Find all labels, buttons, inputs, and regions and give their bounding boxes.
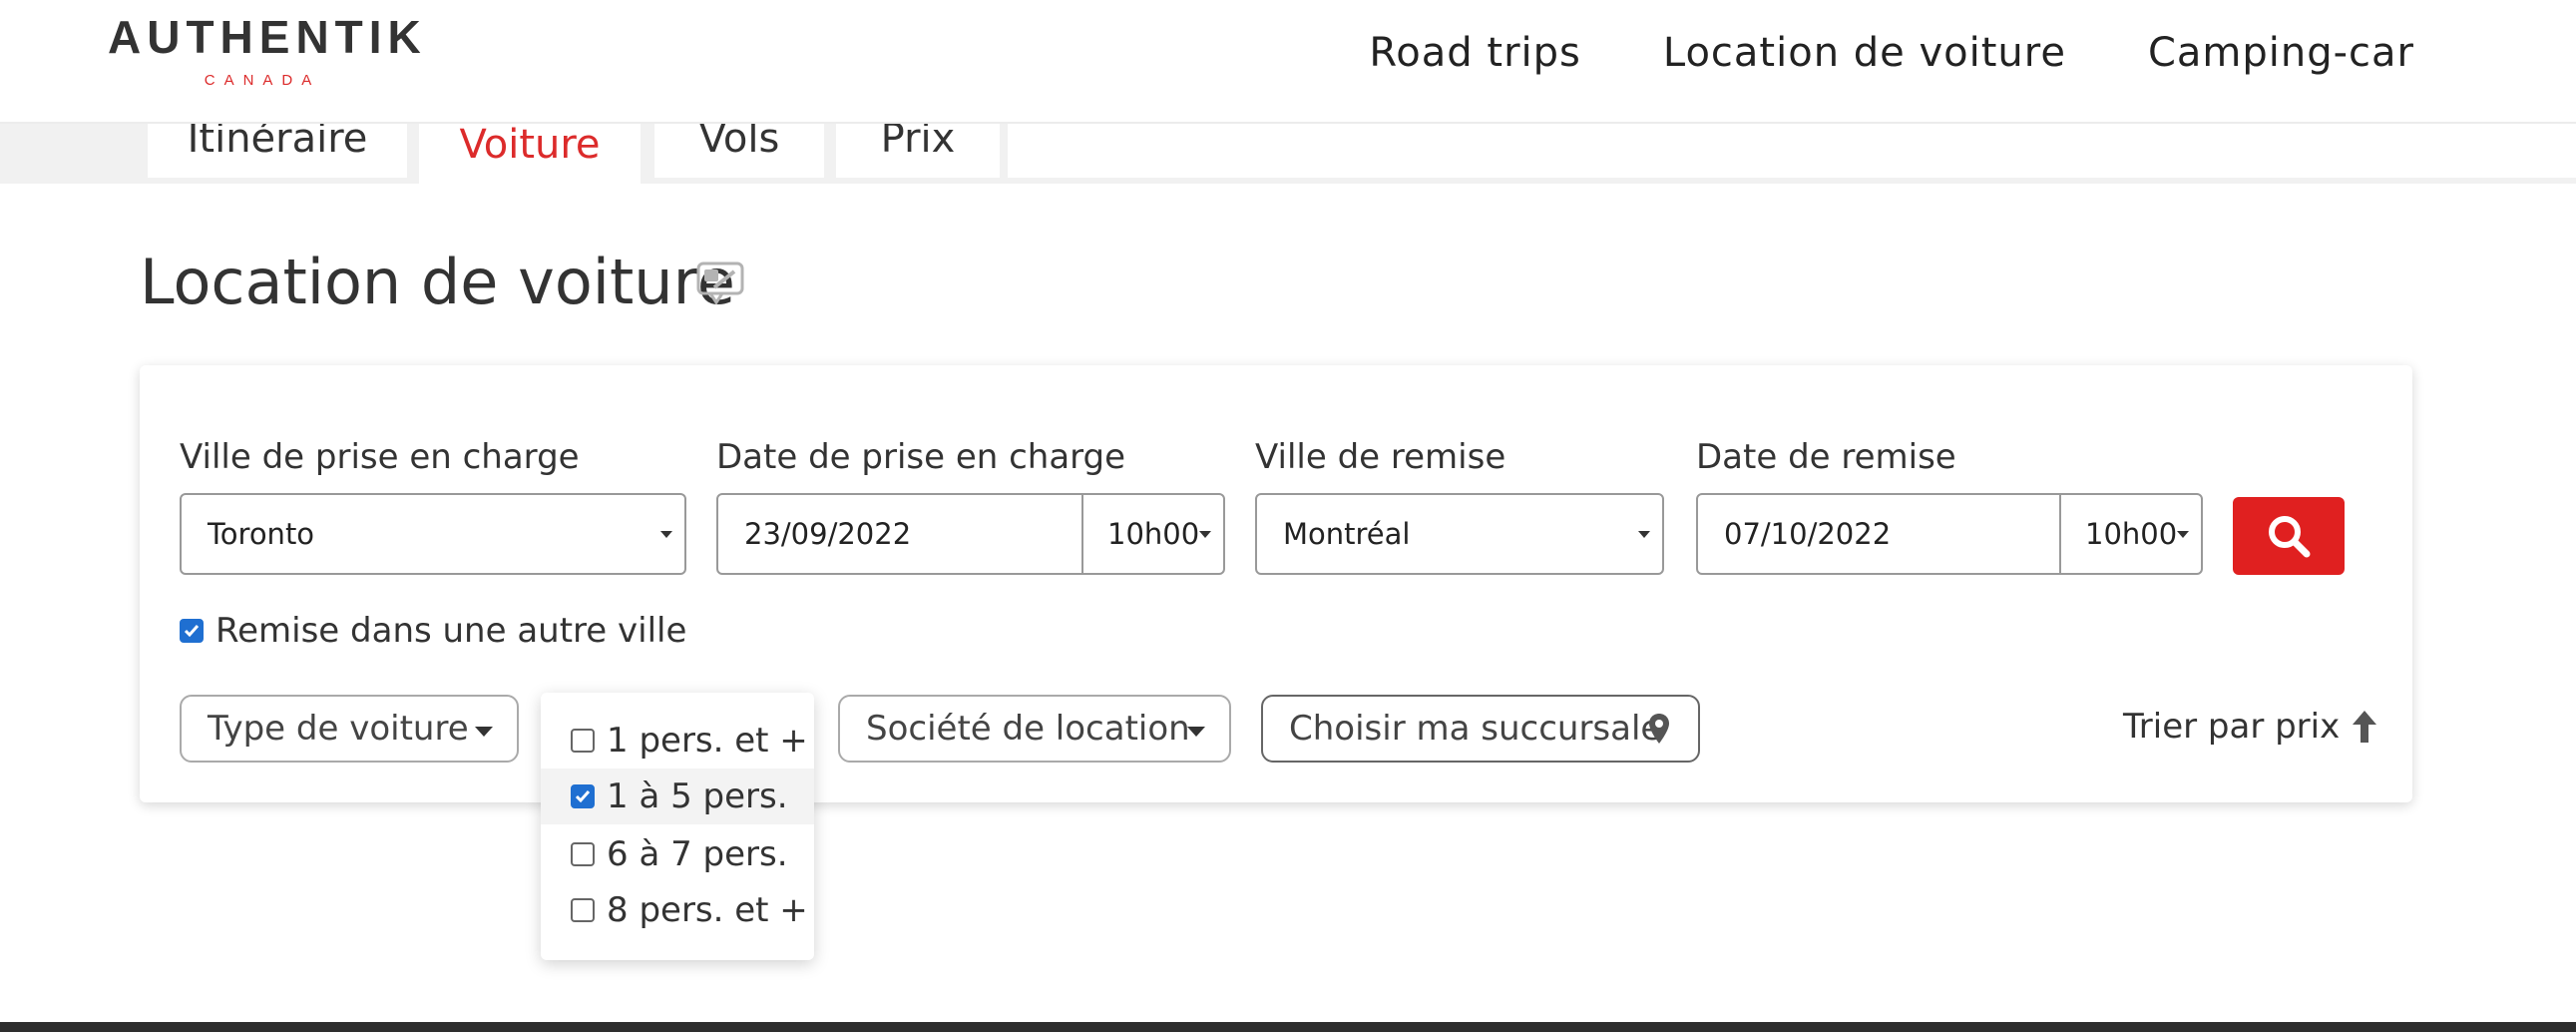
car-type-option[interactable]: 6 à 7 pers.	[541, 826, 814, 882]
car-type-option[interactable]: 1 à 5 pers.	[541, 769, 814, 824]
car-type-option[interactable]: 1 pers. et +	[541, 713, 814, 769]
company-label: Société de location	[866, 709, 1190, 749]
chevron-down-icon	[475, 727, 493, 737]
car-type-filter[interactable]: Type de voiture	[180, 695, 519, 763]
option-checkbox[interactable]	[571, 729, 595, 753]
pickup-date-input[interactable]: 23/09/2022	[716, 493, 1083, 575]
footer-bar	[0, 1022, 2576, 1032]
pickup-time-value: 10h00	[1107, 517, 1200, 551]
dropoff-city-value: Montréal	[1283, 517, 1411, 551]
pickup-date-value: 23/09/2022	[744, 517, 912, 551]
dropoff-time-select[interactable]: 10h00	[2059, 493, 2203, 575]
car-type-option[interactable]: 8 pers. et +	[541, 882, 814, 938]
other-city-checkbox-row[interactable]: Remise dans une autre ville	[180, 611, 686, 651]
other-city-label: Remise dans une autre ville	[215, 611, 687, 651]
option-checkbox[interactable]	[571, 784, 595, 808]
branch-filter[interactable]: Choisir ma succursale	[1261, 695, 1700, 763]
page-title: Location de voiture	[140, 246, 735, 318]
pickup-date-label: Date de prise en charge	[716, 437, 1126, 477]
pickup-city-select[interactable]: Toronto	[180, 493, 686, 575]
option-checkbox[interactable]	[571, 842, 595, 866]
chevron-down-icon	[2177, 531, 2189, 538]
branch-label: Choisir ma succursale	[1289, 709, 1662, 749]
chevron-down-icon	[660, 531, 672, 538]
chevron-down-icon	[1199, 531, 1211, 538]
company-filter[interactable]: Société de location	[838, 695, 1231, 763]
search-button[interactable]	[2233, 497, 2345, 575]
option-label: 6 à 7 pers.	[607, 834, 788, 874]
dropoff-date-input[interactable]: 07/10/2022	[1696, 493, 2061, 575]
dropoff-time-value: 10h00	[2085, 517, 2178, 551]
option-checkbox[interactable]	[571, 898, 595, 922]
chevron-down-icon	[1187, 727, 1205, 737]
dropoff-date-label: Date de remise	[1696, 437, 1956, 477]
pickup-city-label: Ville de prise en charge	[180, 437, 580, 477]
pickup-time-select[interactable]: 10h00	[1081, 493, 1225, 575]
logo-main-text: AUTHENTIK	[108, 11, 427, 63]
chat-edit-icon[interactable]	[696, 261, 746, 309]
option-label: 8 pers. et +	[607, 890, 808, 930]
other-city-checkbox[interactable]	[180, 619, 204, 643]
arrow-up-icon	[2353, 711, 2377, 743]
map-pin-icon	[1649, 714, 1669, 744]
search-icon	[2269, 516, 2311, 558]
logo[interactable]: AUTHENTIK CANADA	[108, 11, 427, 89]
logo-sub-text: CANADA	[204, 72, 321, 89]
car-type-label: Type de voiture	[208, 709, 469, 749]
option-label: 1 à 5 pers.	[607, 776, 788, 816]
car-type-dropdown: 1 pers. et + 1 à 5 pers. 6 à 7 pers. 8 p…	[541, 693, 814, 960]
nav-road-trips[interactable]: Road trips	[1369, 30, 1581, 76]
dropoff-date-value: 07/10/2022	[1724, 517, 1892, 551]
nav-camping-car[interactable]: Camping-car	[2148, 30, 2414, 76]
sort-by-price[interactable]: Trier par prix	[2123, 707, 2377, 747]
pickup-city-value: Toronto	[208, 517, 315, 551]
site-header: AUTHENTIK CANADA Road trips Location de …	[0, 0, 2576, 124]
sort-label: Trier par prix	[2123, 707, 2341, 747]
chevron-down-icon	[1638, 531, 1650, 538]
main-nav: Road trips Location de voiture Camping-c…	[1369, 30, 2414, 76]
option-label: 1 pers. et +	[607, 721, 808, 761]
dropoff-city-label: Ville de remise	[1255, 437, 1506, 477]
dropoff-city-select[interactable]: Montréal	[1255, 493, 1664, 575]
nav-location-voiture[interactable]: Location de voiture	[1663, 30, 2066, 76]
